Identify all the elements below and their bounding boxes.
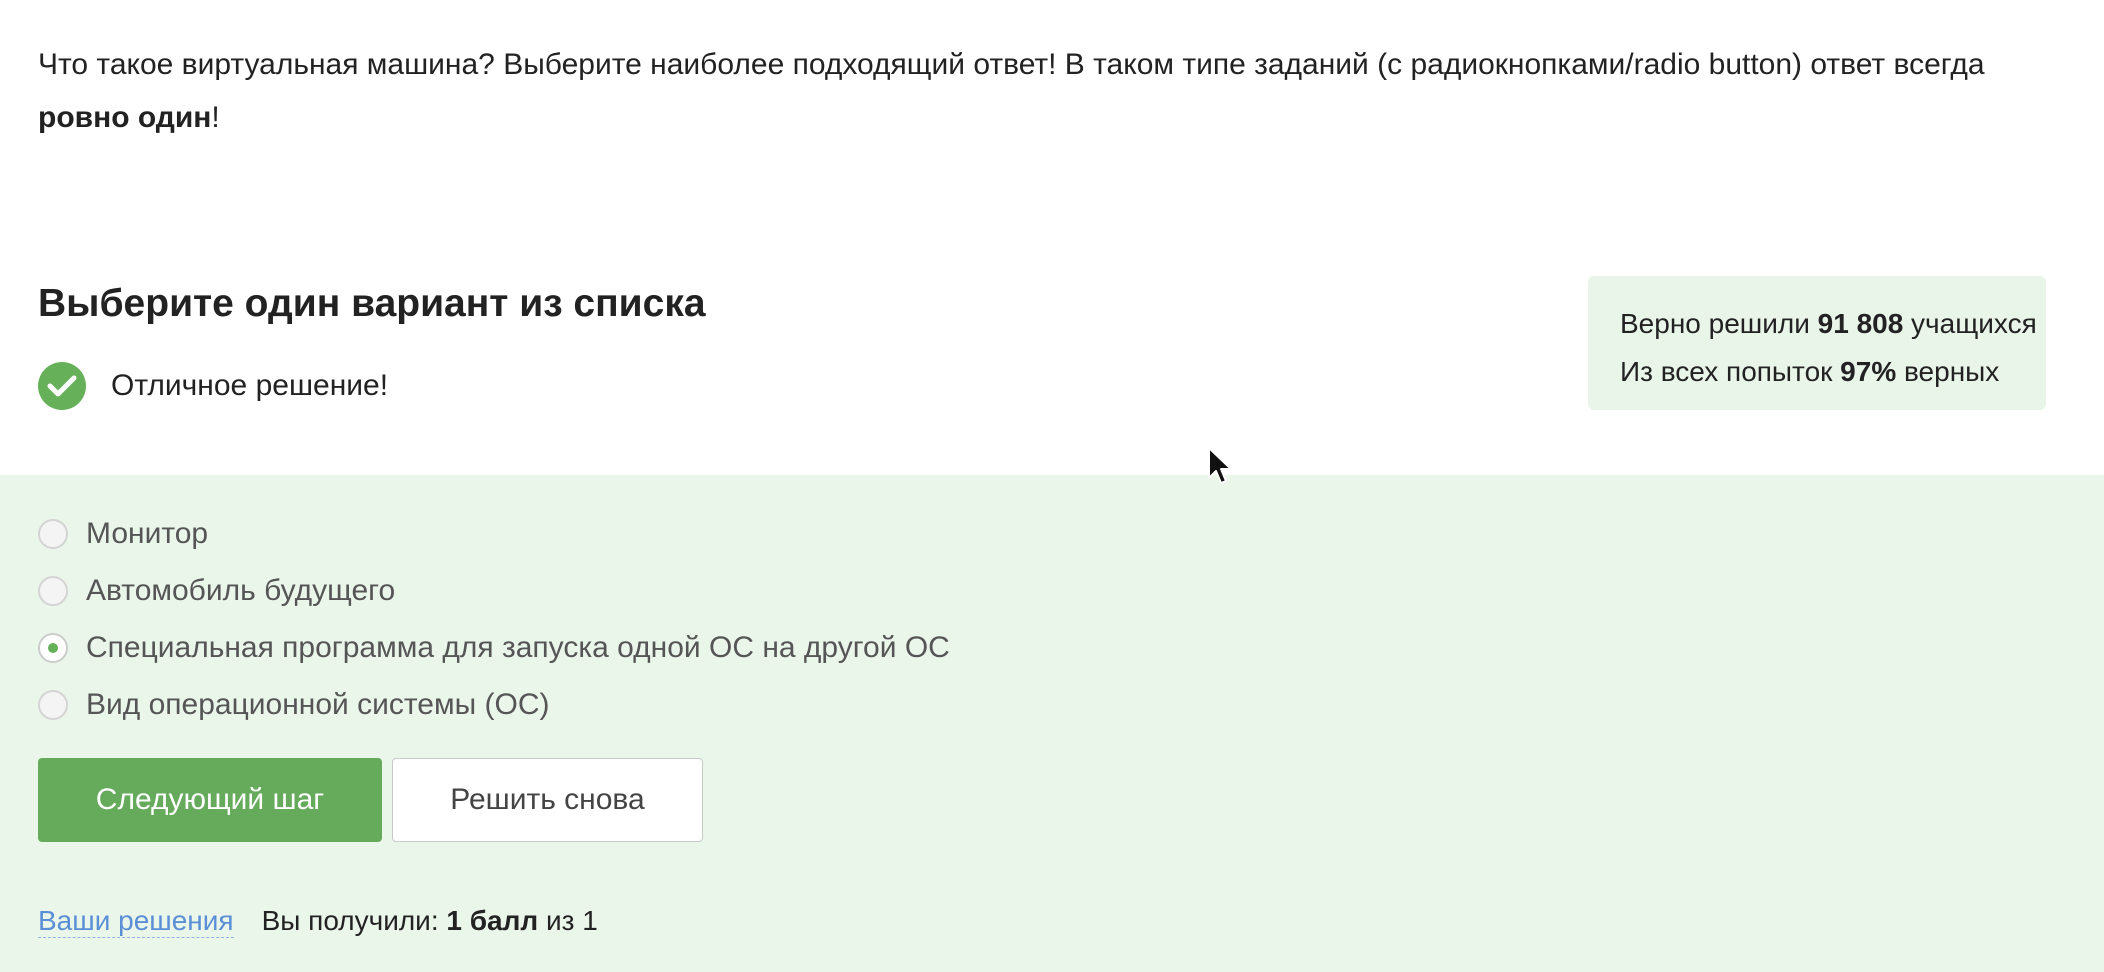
result-text: Отличное решение! [111,369,389,402]
options-list: Монитор Автомобиль будущего Специальная … [38,505,950,733]
option-item-selected[interactable]: Специальная программа для запуска одной … [38,619,950,676]
question-text-emphasis: ровно один [38,101,212,134]
stats-attempts-prefix: Из всех попыток [1620,356,1841,387]
stats-solved-prefix: Верно решили [1620,308,1818,339]
question-text-end: ! [211,101,220,134]
radio-button[interactable] [38,518,68,549]
option-item[interactable]: Монитор [38,505,950,562]
stats-attempts-suffix: верных [1896,356,2000,387]
submission-footer: Ваши решения Вы получили: 1 балл из 1 [38,905,598,938]
answer-panel: Монитор Автомобиль будущего Специальная … [0,475,2104,972]
quiz-title: Выберите один вариант из списка [38,282,706,325]
option-item[interactable]: Вид операционной системы (ОС) [38,676,950,733]
your-solutions-link[interactable]: Ваши решения [38,905,234,938]
question-text-main: Что такое виртуальная машина? Выберите н… [38,48,1985,81]
solve-again-button[interactable]: Решить снова [392,758,703,842]
stats-solved-suffix: учащихся [1903,308,2037,339]
radio-button[interactable] [38,689,68,720]
stats-box: Верно решили 91 808 учащихся Из всех поп… [1588,276,2046,410]
option-label: Монитор [86,516,209,550]
option-label: Автомобиль будущего [86,573,396,607]
step-page: Что такое виртуальная машина? Выберите н… [0,0,2104,972]
stats-attempts: Из всех попыток 97% верных [1620,348,2046,396]
score-suffix: из 1 [538,905,598,936]
option-item[interactable]: Автомобиль будущего [38,562,950,619]
action-buttons: Следующий шаг Решить снова [38,758,703,842]
mouse-cursor-icon [1208,447,1232,484]
question-text: Что такое виртуальная машина? Выберите н… [38,38,2048,144]
stats-solved: Верно решили 91 808 учащихся [1620,300,2046,348]
result-status: Отличное решение! [38,362,388,410]
radio-button-checked[interactable] [38,632,68,663]
score-value: 1 балл [446,905,539,936]
radio-button[interactable] [38,575,68,606]
score-text: Вы получили: 1 балл из 1 [262,905,598,937]
stats-solved-count: 91 808 [1817,308,1904,339]
next-step-button[interactable]: Следующий шаг [38,758,382,842]
option-label: Вид операционной системы (ОС) [86,687,550,721]
stats-attempts-percent: 97% [1840,356,1897,387]
score-prefix: Вы получили: [261,905,447,936]
radio-dot [48,642,58,653]
check-icon [38,362,86,410]
option-label: Специальная программа для запуска одной … [86,630,950,664]
